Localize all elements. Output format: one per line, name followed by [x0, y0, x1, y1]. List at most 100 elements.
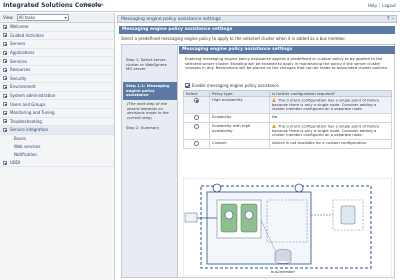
chevron-down-icon: ▾ [64, 15, 67, 20]
policy-select-cell [183, 96, 210, 114]
nav-subitem[interactable]: Web services [0, 143, 114, 151]
expand-toggle-icon[interactable] [3, 119, 7, 124]
expand-toggle-icon[interactable] [3, 59, 7, 64]
top-header: Integrated Solutions Console Welcome Hel… [0, 0, 400, 12]
remote-server [340, 205, 356, 225]
link-separator: | [378, 3, 381, 8]
section-title: Messaging engine policy assistance setti… [122, 27, 233, 32]
nav-subitem[interactable]: Notification [0, 151, 114, 159]
policy-marker-1 [212, 183, 222, 193]
enable-policy-row: Enable messaging engine policy assistanc… [185, 83, 279, 88]
expand-toggle-icon[interactable] [3, 110, 7, 115]
nav-item[interactable]: Security [0, 75, 114, 84]
nav-item[interactable]: Welcome [0, 23, 114, 32]
policy-select-cell [183, 122, 210, 140]
nav-item[interactable]: Services [0, 57, 114, 66]
nav-item-label: Environment [10, 84, 36, 90]
topology-diagram: bus2member [183, 178, 392, 276]
nav-item-label: Applications [10, 50, 35, 56]
enable-policy-checkbox[interactable] [185, 83, 190, 88]
page-title-bar: Messaging engine policy assistance setti… [117, 15, 397, 23]
nav-item-label: Monitoring and Tuning [10, 110, 55, 116]
nav-item-label: Users and Groups [10, 101, 46, 107]
wizard-panel: Step 1: Select server, cluster or WebSph… [121, 44, 395, 278]
nav-item-label: Services [10, 58, 27, 64]
help-icon[interactable]: ? [387, 16, 390, 22]
nav-item-label: Service integration [10, 127, 49, 133]
policy-select-cell [183, 112, 210, 124]
view-select[interactable]: All tasks ▾ [16, 14, 69, 21]
wizard-content: Messaging engine policy assistance setti… [179, 45, 395, 277]
expand-toggle-icon[interactable] [3, 127, 7, 132]
expand-toggle-icon[interactable] [3, 33, 7, 38]
enable-policy-label: Enable messaging engine policy assistanc… [192, 83, 279, 88]
expand-toggle-icon[interactable] [3, 93, 7, 98]
policy-note-text: The current configuration has a single p… [272, 97, 380, 112]
nav-item[interactable]: Users and Groups [0, 100, 114, 109]
messaging-engine-1 [224, 210, 234, 220]
nav-list: Welcome Guided Activities Servers Applicati… [0, 23, 114, 168]
expand-toggle-icon[interactable] [3, 76, 7, 81]
policy-row[interactable]: Custom Advice is not available for a cust… [183, 138, 392, 150]
wizard-heading-bar: Messaging engine policy assistance setti… [179, 46, 395, 54]
wizard-step-2[interactable]: Step 2: Summary [126, 125, 174, 131]
policy-radio[interactable] [194, 140, 199, 146]
expand-toggle-icon[interactable] [3, 24, 7, 29]
expand-toggle-icon[interactable] [3, 50, 7, 55]
policy-radio[interactable] [194, 114, 199, 120]
nav-item[interactable]: Resources [0, 66, 114, 75]
section-header: Messaging engine policy assistance setti… [119, 26, 395, 34]
help-link[interactable]: Help [368, 3, 377, 8]
nav-item[interactable]: Guided Activities [0, 32, 114, 41]
expand-toggle-icon[interactable] [3, 84, 7, 89]
nav-item-label: Security [10, 75, 27, 81]
instructions-text: Select a predefined messaging engine pol… [121, 36, 346, 41]
nav-item-label: Resources [10, 67, 31, 73]
policy-type-cell: Scalability [209, 112, 270, 124]
logout-link[interactable]: Logout [382, 3, 396, 8]
wizard-steps: Step 1: Select server, cluster or WebSph… [122, 45, 178, 277]
policy-type-cell: High availability [209, 96, 270, 114]
policy-note-cell: The current configuration has a single p… [269, 96, 392, 114]
nav-item-label: UDDI [10, 160, 21, 166]
welcome-text: Welcome [83, 3, 104, 8]
nav-item[interactable]: UDDI [0, 159, 114, 168]
nav-item[interactable]: Troubleshooting [0, 118, 114, 127]
messaging-engine-2 [244, 210, 254, 220]
nav-item[interactable]: Servers [0, 40, 114, 49]
wizard-step-1[interactable]: Step 1: Select server, cluster or WebSph… [126, 57, 174, 72]
wizard-description: Enabling messaging engine policy assista… [185, 56, 388, 71]
policy-row[interactable]: Scalability No [183, 112, 392, 124]
nav-subitem[interactable]: Buses [0, 135, 114, 143]
policy-note-cell: The current configuration has a single p… [269, 122, 392, 140]
nav-item[interactable]: Applications [0, 49, 114, 58]
wizard-step-current: Step 1.1: Messaging engine policy assist… [123, 82, 177, 100]
policy-type-cell: Scalability with high availability [209, 122, 270, 140]
policy-radio[interactable] [194, 124, 199, 130]
policy-table: Select Policy type Is further configurat… [183, 90, 392, 150]
navigation-tree: View: All tasks ▾ Welcome Guided Activitie… [0, 13, 115, 280]
expand-toggle-icon[interactable] [3, 160, 7, 165]
wizard-step-note: (The next step of the wizard depends on … [127, 101, 169, 120]
nav-item[interactable]: Environment [0, 83, 114, 92]
page-title: Messaging engine policy assistance setti… [121, 17, 221, 22]
nav-item-label: Guided Activities [10, 32, 44, 38]
nav-item-label: Servers [10, 41, 26, 47]
nav-item[interactable]: System administration [0, 92, 114, 101]
expand-toggle-icon[interactable] [3, 41, 7, 46]
diagram-caption: bus2member [271, 270, 295, 274]
policy-radio[interactable] [194, 98, 199, 103]
policy-note-cell: Advice is not available for a custom con… [269, 138, 392, 150]
nav-item[interactable]: Service integration [0, 126, 114, 135]
minimize-icon[interactable]: – [392, 16, 395, 22]
policy-row[interactable]: High availability The current configurati… [183, 96, 392, 114]
title-bar-icons: ? – [385, 16, 394, 22]
expand-toggle-icon[interactable] [3, 102, 7, 107]
policy-note-cell: No [269, 112, 392, 124]
policy-note-text: Advice is not available for a custom con… [272, 139, 368, 145]
expand-toggle-icon[interactable] [3, 67, 7, 72]
nav-item[interactable]: Monitoring and Tuning [0, 109, 114, 118]
policy-note-text: The current configuration has a single p… [272, 123, 380, 138]
policy-row[interactable]: Scalability with high availability The cu… [183, 122, 392, 140]
policy-marker-2 [294, 183, 304, 193]
